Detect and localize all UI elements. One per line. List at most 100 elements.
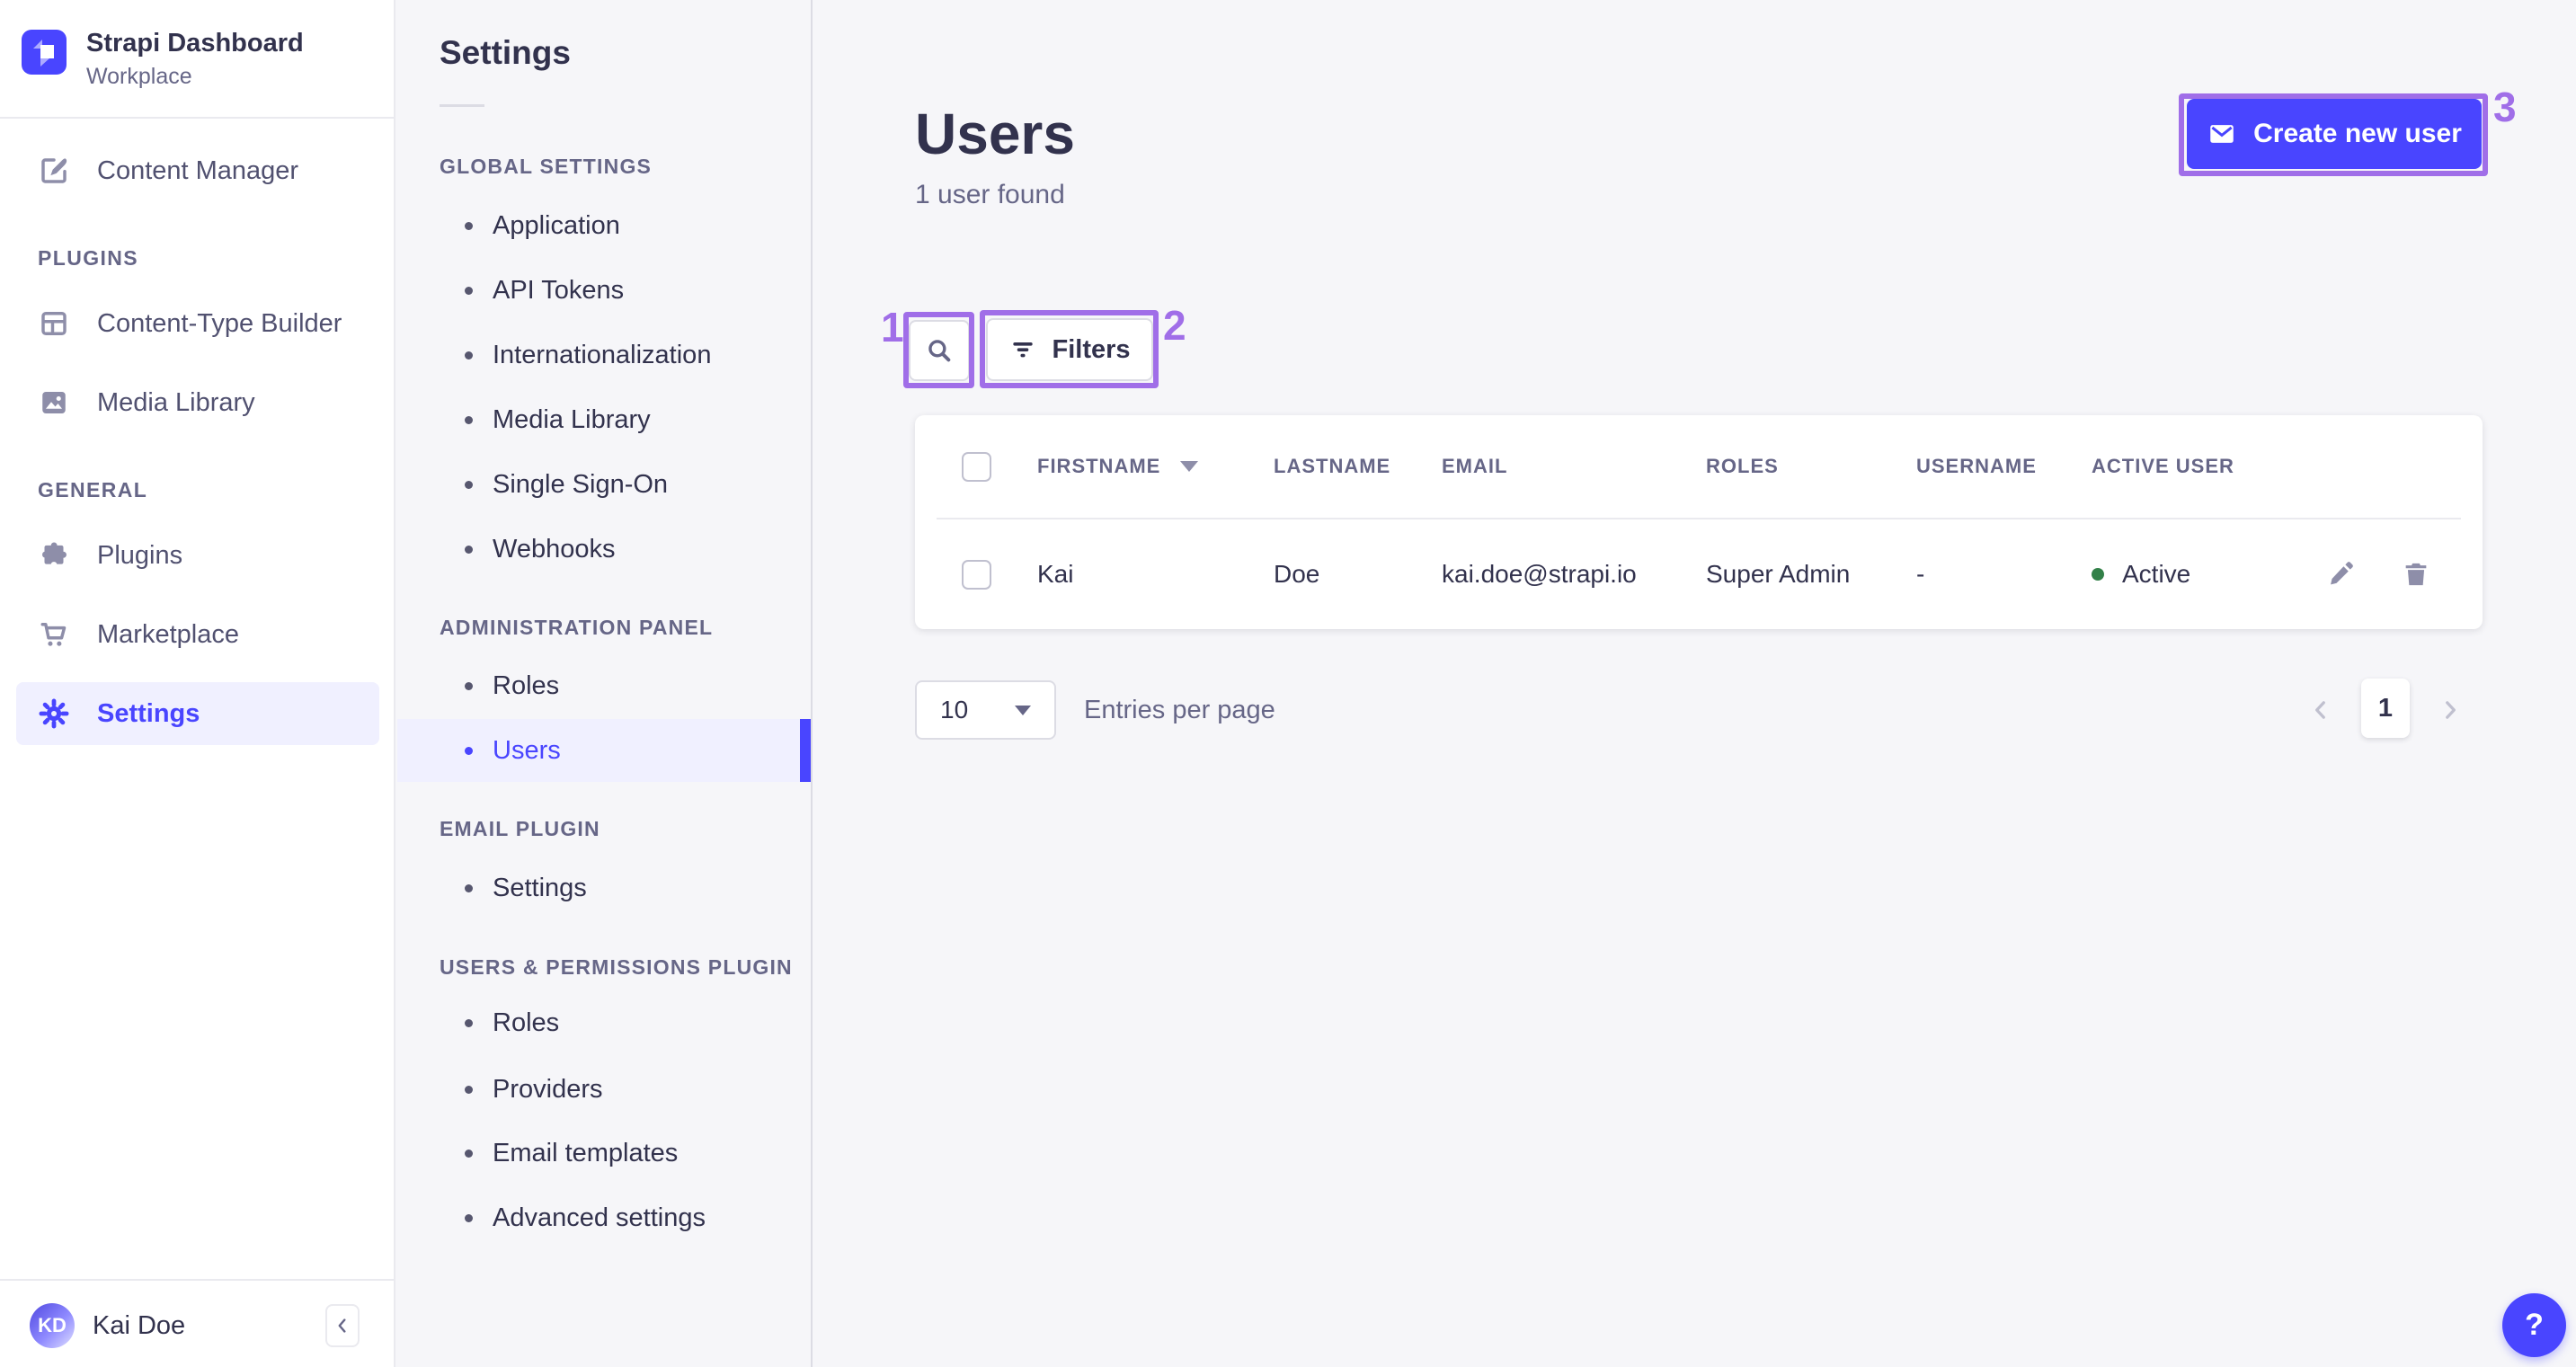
- main-sidebar: Strapi Dashboard Workplace Content Manag…: [0, 0, 395, 1367]
- bullet-icon: [465, 286, 473, 295]
- content-type-builder-icon: [38, 307, 70, 340]
- annotation-label-1: 1: [881, 304, 904, 351]
- cell-username: -: [1916, 560, 1925, 588]
- sidebar-item-marketplace[interactable]: Marketplace: [16, 603, 379, 666]
- edit-user-button[interactable]: [2321, 555, 2360, 594]
- subnav-title-divider: [440, 104, 484, 107]
- table-row[interactable]: Kai Doe kai.doe@strapi.io Super Admin - …: [915, 519, 2483, 629]
- column-header-roles[interactable]: ROLES: [1706, 455, 1916, 478]
- sidebar-item-label: Marketplace: [97, 619, 239, 649]
- subnav-item-users[interactable]: Users: [397, 719, 811, 782]
- bullet-icon: [465, 1213, 473, 1222]
- subnav-section-global-settings: GLOBAL SETTINGS: [440, 155, 653, 178]
- main-content: Users 1 user found Create new user Filte…: [813, 0, 2576, 1367]
- table-header-row: FIRSTNAME LASTNAME EMAIL ROLES USERNAME …: [915, 415, 2483, 518]
- annotation-label-2: 2: [1163, 302, 1186, 349]
- column-header-email[interactable]: EMAIL: [1442, 455, 1706, 478]
- sidebar-item-label: Plugins: [97, 540, 183, 570]
- subnav-item-providers[interactable]: Providers: [397, 1058, 811, 1121]
- filters-button[interactable]: Filters: [986, 318, 1153, 381]
- create-new-user-label: Create new user: [2253, 119, 2462, 148]
- subnav-item-email-templates[interactable]: Email templates: [397, 1122, 811, 1185]
- sidebar-item-label: Content-Type Builder: [97, 308, 342, 338]
- sidebar-item-media-library[interactable]: Media Library: [16, 371, 379, 434]
- subnav-item-application[interactable]: Application: [397, 194, 811, 257]
- sidebar-collapse-button[interactable]: [325, 1304, 360, 1347]
- subnav-item-roles-up[interactable]: Roles: [397, 991, 811, 1054]
- sidebar-item-plugins[interactable]: Plugins: [16, 524, 379, 587]
- strapi-admin-app: Strapi Dashboard Workplace Content Manag…: [0, 0, 2576, 1367]
- subnav-item-email-settings[interactable]: Settings: [397, 857, 811, 919]
- user-name: Kai Doe: [93, 1311, 186, 1340]
- column-header-lastname[interactable]: LASTNAME: [1274, 455, 1442, 478]
- content-manager-icon: [38, 155, 70, 187]
- column-header-active-user[interactable]: ACTIVE USER: [2092, 455, 2303, 478]
- subnav-item-internationalization[interactable]: Internationalization: [397, 324, 811, 386]
- sidebar-item-settings[interactable]: Settings: [16, 682, 379, 745]
- subnav-item-label: Users: [493, 735, 561, 765]
- subnav-item-webhooks[interactable]: Webhooks: [397, 518, 811, 581]
- subnav-section-email-plugin: EMAIL PLUGIN: [440, 817, 600, 840]
- chevron-right-icon: [2446, 701, 2456, 719]
- cell-lastname: Doe: [1274, 560, 1320, 588]
- filter-icon: [1013, 342, 1034, 358]
- column-header-label: FIRSTNAME: [1037, 455, 1161, 477]
- cell-firstname: Kai: [1037, 560, 1074, 588]
- cell-roles: Super Admin: [1706, 560, 1851, 588]
- envelope-icon: [2210, 125, 2234, 143]
- create-new-user-button[interactable]: Create new user: [2187, 99, 2482, 169]
- sort-caret-icon: [1180, 461, 1199, 472]
- subnav-item-single-sign-on[interactable]: Single Sign-On: [397, 453, 811, 516]
- entries-per-page-select[interactable]: 10: [915, 680, 1056, 740]
- brand-text: Strapi Dashboard Workplace: [86, 29, 304, 90]
- bullet-icon: [465, 1018, 473, 1027]
- pagination-page-1[interactable]: 1: [2361, 679, 2410, 738]
- subnav-item-label: Media Library: [493, 404, 651, 434]
- sidebar-section-general: GENERAL: [38, 478, 148, 502]
- bullet-icon: [465, 681, 473, 690]
- plugins-icon: [38, 539, 70, 572]
- subnav-item-label: Roles: [493, 670, 560, 700]
- bullet-icon: [465, 1149, 473, 1158]
- app-title: Strapi Dashboard: [86, 29, 304, 58]
- column-header-username[interactable]: USERNAME: [1916, 455, 2092, 478]
- settings-gear-icon: [38, 697, 70, 730]
- select-all-checkbox[interactable]: [961, 451, 991, 482]
- subnav-item-media-library[interactable]: Media Library: [397, 388, 811, 451]
- bullet-icon: [465, 415, 473, 424]
- sidebar-footer-divider: [0, 1279, 395, 1281]
- subnav-item-api-tokens[interactable]: API Tokens: [397, 259, 811, 322]
- subnav-item-label: Single Sign-On: [493, 469, 669, 499]
- sidebar-item-label: Settings: [97, 698, 200, 728]
- subnav-item-label: Internationalization: [493, 340, 712, 369]
- help-button[interactable]: ?: [2502, 1293, 2566, 1357]
- sidebar-item-content-manager[interactable]: Content Manager: [16, 139, 379, 202]
- sidebar-item-content-type-builder[interactable]: Content-Type Builder: [16, 292, 379, 355]
- user-avatar[interactable]: KD: [30, 1303, 75, 1348]
- sidebar-divider: [0, 117, 395, 119]
- subnav-item-advanced-settings[interactable]: Advanced settings: [397, 1186, 811, 1249]
- media-library-icon: [38, 386, 70, 419]
- subnav-item-label: API Tokens: [493, 275, 625, 305]
- search-button[interactable]: [909, 320, 970, 381]
- bullet-icon: [465, 883, 473, 892]
- cell-email: kai.doe@strapi.io: [1442, 560, 1637, 588]
- filters-label: Filters: [1052, 334, 1131, 364]
- bullet-icon: [465, 221, 473, 230]
- bullet-icon: [465, 1085, 473, 1094]
- strapi-logo-icon: [22, 30, 67, 75]
- subnav-item-label: Webhooks: [493, 534, 616, 564]
- user-count-text: 1 user found: [915, 180, 1065, 209]
- row-checkbox[interactable]: [961, 559, 991, 590]
- cell-active-status: Active: [2092, 560, 2303, 589]
- active-indicator-bar: [800, 719, 811, 782]
- brand-block[interactable]: Strapi Dashboard Workplace: [22, 29, 304, 90]
- pagination-next-button[interactable]: [2429, 688, 2472, 732]
- chevron-down-icon: [1015, 705, 1031, 715]
- subnav-section-users-permissions-plugin: USERS & PERMISSIONS PLUGIN: [440, 955, 793, 979]
- pagination-previous-button[interactable]: [2299, 688, 2342, 732]
- delete-user-button[interactable]: [2396, 555, 2436, 594]
- subnav-item-label: Email templates: [493, 1138, 679, 1167]
- subnav-item-roles-admin[interactable]: Roles: [397, 654, 811, 717]
- column-header-firstname[interactable]: FIRSTNAME: [1037, 455, 1274, 478]
